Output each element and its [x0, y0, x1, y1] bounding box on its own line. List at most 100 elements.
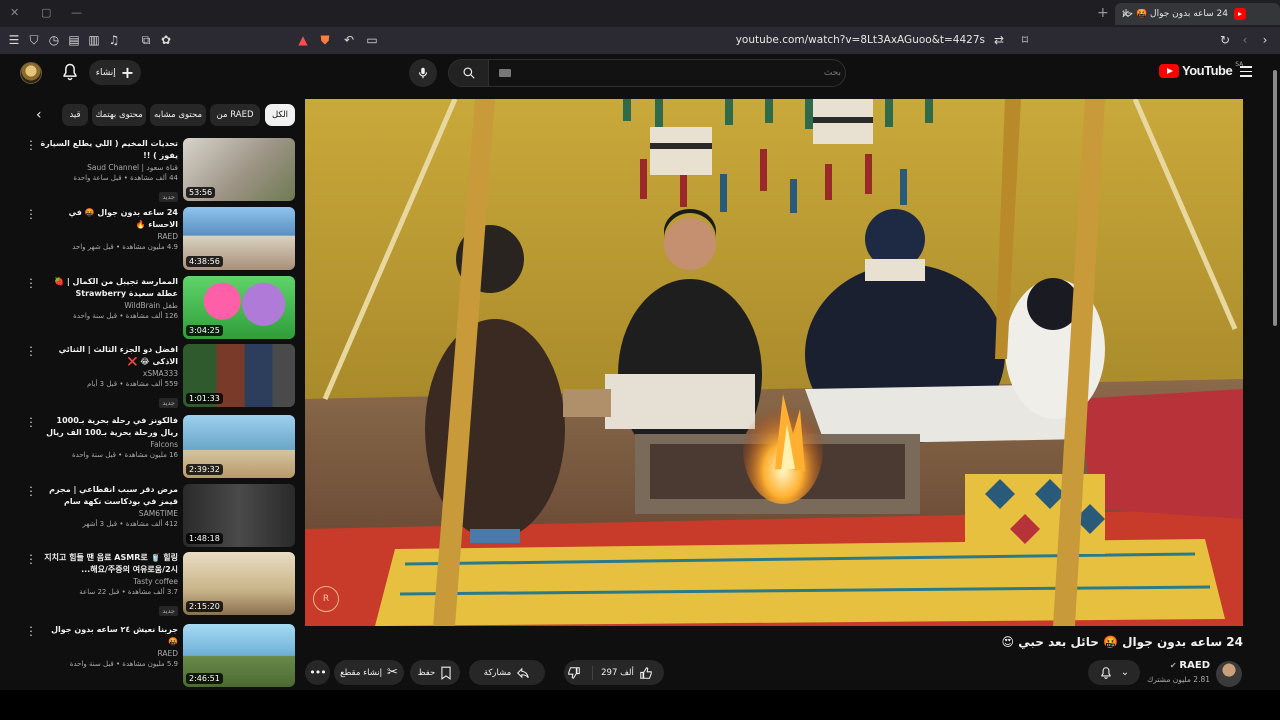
maximize-window-icon[interactable]: ▢: [41, 6, 51, 19]
recommendation-thumbnail[interactable]: 2:15:20: [183, 552, 295, 615]
recommendation-title[interactable]: جربنا نعيش ٢٤ ساعه بدون جوال 🤬: [40, 624, 178, 648]
search-button[interactable]: [449, 60, 489, 86]
youtube-logo[interactable]: YouTube SA: [1159, 61, 1243, 78]
recommendation-item[interactable]: · · · جربنا نعيش ٢٤ ساعه بدون جوال 🤬 RAED …: [26, 622, 296, 690]
save-button[interactable]: حفظ: [410, 660, 460, 685]
recommendation-item[interactable]: · · · افضل دو الجزء الثالث | الثنائي الاذك…: [26, 342, 296, 410]
recommendation-thumbnail[interactable]: 1:48:18: [183, 484, 295, 547]
channel-name[interactable]: ✔ RAED: [1150, 660, 1210, 671]
recommendation-item[interactable]: · · · مرض دقر سبب انقطاعي | مجرم قيمز في ب…: [26, 482, 296, 550]
more-actions-button[interactable]: •••: [305, 660, 330, 685]
recommendation-channel[interactable]: قناة سعود | Saud Channel: [40, 162, 178, 173]
chip-related[interactable]: محتوى مشابه: [150, 104, 206, 126]
video-player[interactable]: R: [305, 99, 1243, 626]
warning-icon[interactable]: ▲: [294, 31, 312, 49]
more-vertical-icon[interactable]: · · ·: [26, 622, 36, 641]
shield-icon[interactable]: ⛉: [25, 31, 43, 49]
dislike-button[interactable]: [567, 666, 587, 680]
menu-icon[interactable]: ☰: [5, 31, 23, 49]
share-button[interactable]: مشاركة: [469, 660, 545, 685]
youtube-play-icon: [1159, 63, 1179, 78]
screenshot-icon[interactable]: ⧉: [137, 31, 155, 49]
chip-may-interest[interactable]: محتوى بهتمك: [92, 104, 146, 126]
recommendation-thumbnail[interactable]: 4:38:56: [183, 207, 295, 270]
recommendation-title[interactable]: الممارسة تجيبل من الكمال | 🍓 عطلة سعيدة …: [40, 276, 178, 300]
recommendation-title[interactable]: تحديات المخيم ( اللي يطلع السيارة يفوز )…: [40, 138, 178, 162]
create-button[interactable]: إنشاء +: [89, 60, 141, 85]
recommendation-channel[interactable]: RAED: [40, 648, 178, 659]
search-input[interactable]: [495, 64, 841, 82]
recommendation-channel[interactable]: xSMA333: [40, 368, 178, 379]
recommendation-channel[interactable]: RAED: [40, 231, 178, 242]
chip-from-channel[interactable]: من RAED: [210, 104, 260, 126]
video-title: 24 ساعه بدون جوال 🤬 حائل بعد حبي 😍: [1001, 635, 1243, 649]
more-vertical-icon[interactable]: · · ·: [26, 550, 36, 569]
chip-more[interactable]: قيد: [62, 104, 88, 126]
recommendation-channel[interactable]: Falcons: [40, 439, 178, 450]
more-vertical-icon[interactable]: · · ·: [26, 413, 36, 432]
recommendation-item[interactable]: · · · فالكونز في رحلة بحرية بـ1000 ريال ور…: [26, 413, 296, 481]
link-icon[interactable]: ⇄: [990, 31, 1008, 49]
chip-all[interactable]: الكل: [265, 104, 295, 126]
recommendation-title[interactable]: مرض دقر سبب انقطاعي | مجرم قيمز في بودكا…: [40, 484, 178, 508]
recommendation-channel[interactable]: SAM6TIME: [40, 508, 178, 519]
chevron-left-icon[interactable]: ‹: [36, 108, 50, 122]
channel-avatar[interactable]: [1216, 661, 1242, 687]
notifications-bell-icon[interactable]: [60, 62, 80, 82]
brave-shield-icon[interactable]: ⛊: [316, 31, 334, 49]
recommendation-item[interactable]: · · · 지치고 힘들 땐 음료 ASMR로 🥤 힐링해요/주중의 여유로움/2시…: [26, 550, 296, 618]
recommendation-title[interactable]: افضل دو الجزء الثالث | الثنائي الاذكى 😂 …: [40, 344, 178, 368]
more-vertical-icon[interactable]: · · ·: [26, 342, 36, 361]
more-vertical-icon[interactable]: · · ·: [26, 482, 36, 501]
cast-icon[interactable]: ▭: [363, 31, 381, 49]
recommendation-title[interactable]: 지치고 힘들 땐 음료 ASMR로 🥤 힐링해요/주중의 여유로움/2시...: [40, 552, 178, 576]
music-icon[interactable]: ♫: [105, 31, 123, 49]
more-vertical-icon[interactable]: · · ·: [26, 274, 36, 293]
refresh-back-icon[interactable]: ↶: [340, 31, 358, 49]
create-label: إنشاء: [95, 67, 116, 78]
recommendation-channel[interactable]: طفل WildBrain: [40, 300, 178, 311]
recommendation-item[interactable]: · · · الممارسة تجيبل من الكمال | 🍓 عطلة سع…: [26, 274, 296, 342]
page-scrollbar[interactable]: [1272, 64, 1278, 686]
recommendation-item[interactable]: · · · تحديات المخيم ( اللي يطلع السيارة يف…: [26, 136, 296, 204]
new-badge: جديد: [159, 398, 178, 408]
history-icon[interactable]: ◷: [45, 31, 63, 49]
recommendation-thumbnail[interactable]: 2:46:51: [183, 624, 295, 687]
recommendation-channel[interactable]: Tasty coffee: [40, 576, 178, 587]
recommendation-thumbnail[interactable]: 1:01:33: [183, 344, 295, 407]
clip-button[interactable]: إنشاء مقطع ✂: [334, 660, 404, 685]
bookmark-icon[interactable]: ⌑: [1016, 31, 1034, 49]
forward-icon[interactable]: ›: [1256, 31, 1274, 49]
recommendation-item[interactable]: · · · 24 ساعه بدون جوال 🤬 في الاحساء 🔥 RAE…: [26, 205, 296, 273]
back-icon[interactable]: ‹: [1236, 31, 1254, 49]
minimize-window-icon[interactable]: —: [71, 6, 82, 19]
close-window-icon[interactable]: ✕: [10, 6, 19, 19]
youtube-header: إنشاء + YouTube SA: [0, 54, 1280, 98]
browser-toolbar: ☰ ⛉ ◷ ▤ ▥ ♫ ⧉ ✿ ▲ ⛊ ↶ ▭ youtube.com/watc…: [0, 27, 1280, 54]
sidebar-icon[interactable]: ▥: [85, 31, 103, 49]
subscription-bell-button[interactable]: ⌄: [1088, 660, 1140, 685]
browser-tab[interactable]: 24 ساعه بدون جوال 🤬 حائل بعد حبي ✕: [1115, 3, 1280, 25]
tabs-icon[interactable]: ▤: [65, 31, 83, 49]
filter-chips: ‹ قيد محتوى بهتمك محتوى مشابه من RAED ال…: [30, 104, 296, 126]
close-tab-icon[interactable]: ✕: [1121, 8, 1130, 21]
extensions-icon[interactable]: ✿: [157, 31, 175, 49]
reload-icon[interactable]: ↻: [1216, 31, 1234, 49]
recommendation-thumbnail[interactable]: 53:56: [183, 138, 295, 201]
more-vertical-icon[interactable]: · · ·: [26, 136, 36, 155]
like-button[interactable]: 297 ألف: [592, 665, 661, 680]
account-avatar[interactable]: [20, 62, 42, 84]
new-tab-icon[interactable]: +: [1097, 5, 1109, 21]
guide-menu-icon[interactable]: [1240, 66, 1252, 80]
recommendation-title[interactable]: 24 ساعه بدون جوال 🤬 في الاحساء 🔥: [40, 207, 178, 231]
recommendation-thumbnail[interactable]: 3:04:25: [183, 276, 295, 339]
more-vertical-icon[interactable]: · · ·: [26, 205, 36, 224]
youtube-favicon-icon: [1234, 8, 1246, 20]
recommendation-title[interactable]: فالكونز في رحلة بحرية بـ1000 ريال ورحلة …: [40, 415, 178, 439]
channel-watermark[interactable]: R: [313, 586, 339, 612]
subscriber-count: 2.81 مليون مشترك: [1147, 675, 1210, 684]
scrollbar-thumb[interactable]: [1273, 70, 1277, 326]
address-bar[interactable]: youtube.com/watch?v=8Lt3AxAGuoo&t=4427s: [640, 34, 985, 46]
recommendation-thumbnail[interactable]: 2:39:32: [183, 415, 295, 478]
voice-search-button[interactable]: [409, 59, 437, 87]
